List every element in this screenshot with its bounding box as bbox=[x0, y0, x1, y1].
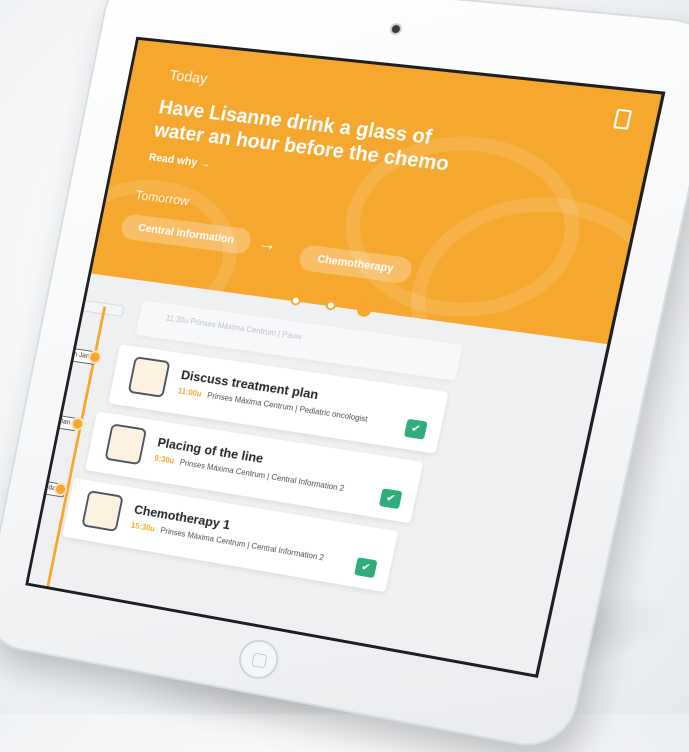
completed-check-icon[interactable]: ✔ bbox=[404, 419, 428, 440]
syringe-icon bbox=[81, 490, 123, 532]
card-details: Prinses Máxima Centrum | Central Informa… bbox=[160, 526, 325, 562]
today-hero: Today Have Lisanne drink a glass of wate… bbox=[91, 40, 661, 344]
pager-dot-1[interactable] bbox=[290, 295, 302, 306]
faded-card-meta: 11:30u Prinses Máxima Centrum | Pauw bbox=[165, 313, 302, 341]
faded-card-time: 11:30u bbox=[165, 313, 189, 325]
card-time: 9:30u bbox=[154, 454, 175, 466]
completed-check-icon[interactable]: ✔ bbox=[379, 488, 403, 509]
chevron-right-icon[interactable]: › bbox=[376, 303, 383, 317]
completed-check-icon[interactable]: ✔ bbox=[354, 557, 377, 578]
home-button[interactable] bbox=[236, 637, 282, 683]
faded-card-details: Prinses Máxima Centrum | Pauw bbox=[190, 317, 303, 341]
pager-dot-2[interactable] bbox=[325, 300, 337, 311]
today-label: Today bbox=[168, 67, 209, 88]
doctor-icon bbox=[128, 356, 171, 398]
camera bbox=[391, 25, 401, 34]
card-time: 15:30u bbox=[130, 521, 155, 534]
read-why-link[interactable]: Read why → bbox=[148, 151, 212, 170]
line-placement-icon bbox=[104, 423, 147, 465]
tablet-device: Today Have Lisanne drink a glass of wate… bbox=[0, 0, 689, 752]
timeline-node bbox=[87, 350, 103, 365]
arrow-right-icon: → bbox=[257, 233, 279, 256]
date-chip-faded bbox=[76, 299, 124, 317]
app-screen: Today Have Lisanne drink a glass of wate… bbox=[25, 37, 665, 678]
pager-dot-3-active[interactable] bbox=[356, 302, 373, 318]
home-square-icon bbox=[251, 653, 267, 669]
card-time: 11:00u bbox=[177, 386, 202, 398]
menu-icon[interactable] bbox=[613, 109, 632, 130]
